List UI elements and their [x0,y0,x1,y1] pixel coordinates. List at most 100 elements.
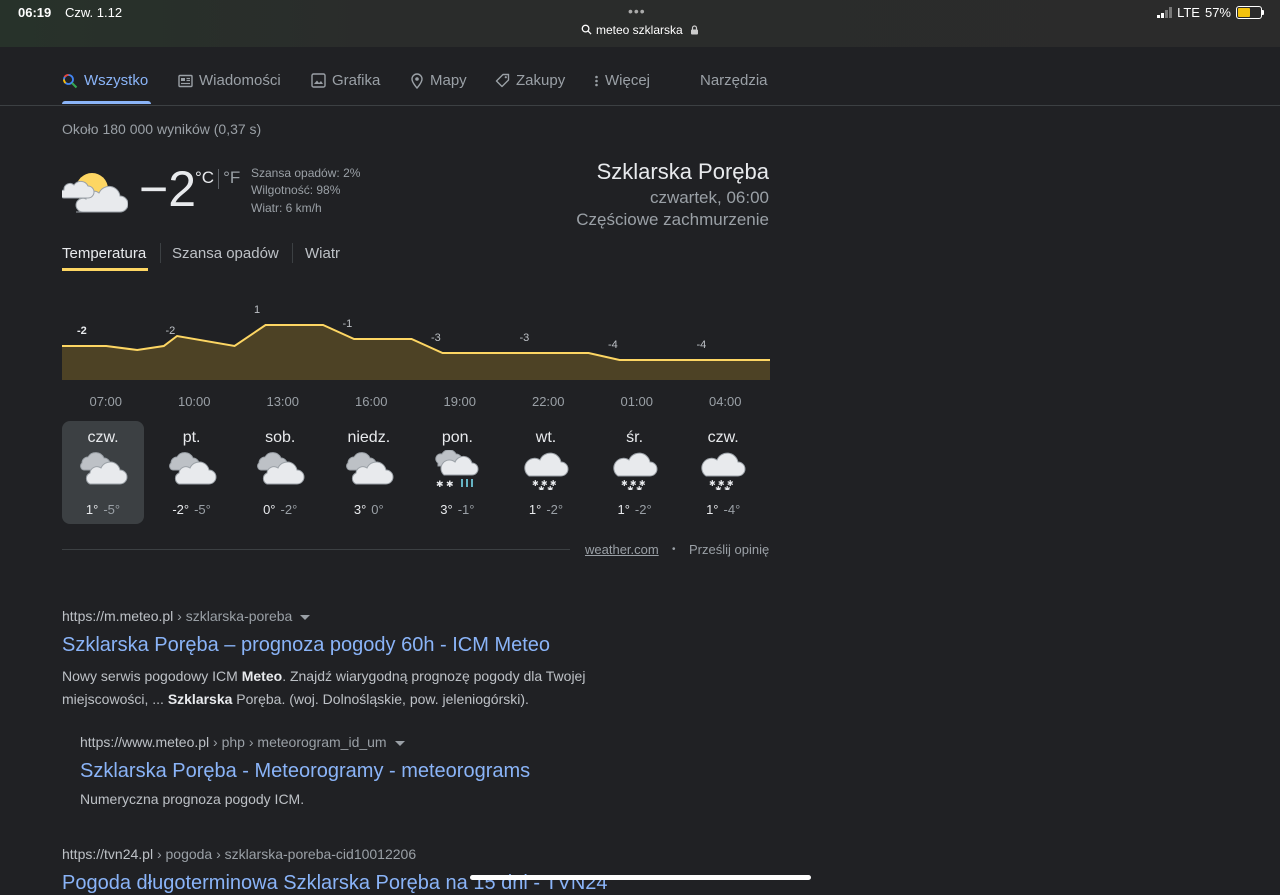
svg-text:✱ ✱: ✱ ✱ [627,485,643,490]
forecast-day[interactable]: pt. -2° -5° [151,421,233,524]
tab-precipitation[interactable]: Szansa opadów [172,245,279,262]
wind: Wiatr: 6 km/h [251,201,322,215]
tab-all[interactable]: Wszystko [62,72,148,89]
day-name: pt. [182,429,201,446]
temp-high: 3° [440,502,453,517]
results-count: Około 180 000 wyników (0,37 s) [62,121,262,137]
more-vert-icon [595,75,598,86]
forecast-datetime: czwartek, 06:00 [649,188,769,207]
map-pin-icon [411,72,423,89]
day-name: wt. [535,429,557,446]
day-name: czw. [87,429,119,446]
forecast-day[interactable]: czw. 1° -5° [62,421,144,524]
forecast-day[interactable]: śr. ✱ ✱ ✱ ✱ ✱ 1° -2° [594,421,676,524]
day-name: pon. [441,429,473,446]
tab-label: Grafika [332,72,381,89]
chart-value-label: -2 [166,325,176,337]
day-temps: 3° -1° [416,502,498,517]
chart-value-label: -1 [343,318,353,330]
result-title[interactable]: Szklarska Poręba - Meteorogramy - meteor… [80,760,530,783]
lock-icon [691,25,699,35]
temp-low: -4° [723,502,741,517]
temp-high: 1° [706,502,719,517]
partly-cloudy-icon [62,173,128,213]
signal-icon [1157,7,1173,18]
snow-icon: ✱ ✱ ✱ ✱ ✱ [610,450,660,495]
tab-temperature[interactable]: Temperatura [62,245,146,262]
forecast-day[interactable]: czw. ✱ ✱ ✱ ✱ ✱ 1° -4° [682,421,764,524]
feedback-link[interactable]: Prześlij opinię [689,542,769,557]
temp-high: 3° [353,502,367,517]
current-temperature: −2 [139,161,197,217]
news-icon [178,74,193,87]
result-url[interactable]: https://m.meteo.pl › szklarska-poreba [62,608,311,624]
weather-condition: Częściowe zachmurzenie [576,210,769,229]
cloudy-icon [167,450,217,495]
temp-low: -5° [103,502,121,517]
divider [62,549,570,550]
address-bar[interactable]: meteo szklarska [0,23,1280,37]
fahrenheit-toggle[interactable]: °F [223,168,240,187]
image-icon [311,73,326,88]
chart-value-label: -3 [520,332,530,344]
temp-low: -1° [457,502,475,517]
location-name: Szklarska Poręba [596,159,769,184]
tab-maps[interactable]: Mapy [410,72,467,89]
caret-down-icon[interactable] [394,740,405,746]
day-name: sob. [265,429,296,446]
forecast-day[interactable]: pon. ✱ ✱ 3° -1° [416,421,498,524]
address-text: meteo szklarska [595,23,683,37]
tab-shopping[interactable]: Zakupy [495,72,565,89]
more-dots-icon[interactable]: ••• [628,3,646,19]
forecast-day[interactable]: wt. ✱ ✱ ✱ ✱ ✱ 1° -2° [505,421,587,524]
day-temps: 1° -4° [682,502,764,517]
temp-high: -2° [172,502,190,517]
chart-hour-label: 13:00 [266,394,300,409]
unit-switch: °C °F [195,168,240,189]
cloudy-icon [78,450,128,495]
day-name: niedz. [347,429,391,446]
forecast-day[interactable]: sob. 0° -2° [239,421,321,524]
chart-hour-label: 04:00 [708,394,742,409]
tab-label: Więcej [605,72,651,89]
chart-value-label: 1 [254,304,260,316]
network-label: LTE [1177,5,1200,20]
tab-wind[interactable]: Wiatr [305,245,340,262]
status-right: LTE 57% [1157,5,1264,20]
chart-hour-label: 16:00 [354,394,388,409]
chart-hour-label: 07:00 [89,394,123,409]
tools-button[interactable]: Narzędzia [700,72,768,89]
chart-value-label: -2 [77,325,87,337]
tab-label: Mapy [430,72,467,89]
battery-percent: 57% [1204,5,1231,20]
day-temps: 0° -2° [239,502,321,517]
tab-label: Zakupy [516,72,566,89]
result-snippet: Numeryczna prognoza pogody ICM. [80,791,305,807]
chart-value-label: -4 [608,339,618,351]
caret-down-icon[interactable] [300,614,311,620]
precip-chance: Szansa opadów: 2% [251,166,361,180]
tab-label: Wiadomości [199,72,281,89]
tag-icon [495,73,510,88]
day-temps: 1° -2° [505,502,587,517]
weather-source-link[interactable]: weather.com [585,542,659,557]
day-temps: -2° -5° [151,502,233,517]
chart-value-label: -3 [431,332,441,344]
temp-low: -2° [634,502,652,517]
temp-low: 0° [371,502,384,517]
humidity: Wilgotność: 98% [251,183,341,197]
tab-news[interactable]: Wiadomości [178,72,281,89]
temperature-chart: -2 -2 1 -1 -3 -3 -4 -4 [62,304,770,380]
search-small-icon [581,24,592,35]
result-url[interactable]: https://tvn24.pl › pogoda › szklarska-po… [62,846,416,862]
forecast-day[interactable]: niedz. 3° 0° [328,421,410,524]
tools-label: Narzędzia [700,72,768,89]
result-url[interactable]: https://www.meteo.pl › php › meteorogram… [80,734,405,750]
svg-text:✱ ✱: ✱ ✱ [436,479,454,489]
tab-images[interactable]: Grafika [311,72,380,89]
day-name: śr. [626,429,644,446]
tab-more[interactable]: Więcej [594,72,650,89]
chart-hour-label: 01:00 [620,394,654,409]
celsius-toggle[interactable]: °C [195,168,214,187]
result-title[interactable]: Szklarska Poręba – prognoza pogody 60h -… [62,634,550,657]
